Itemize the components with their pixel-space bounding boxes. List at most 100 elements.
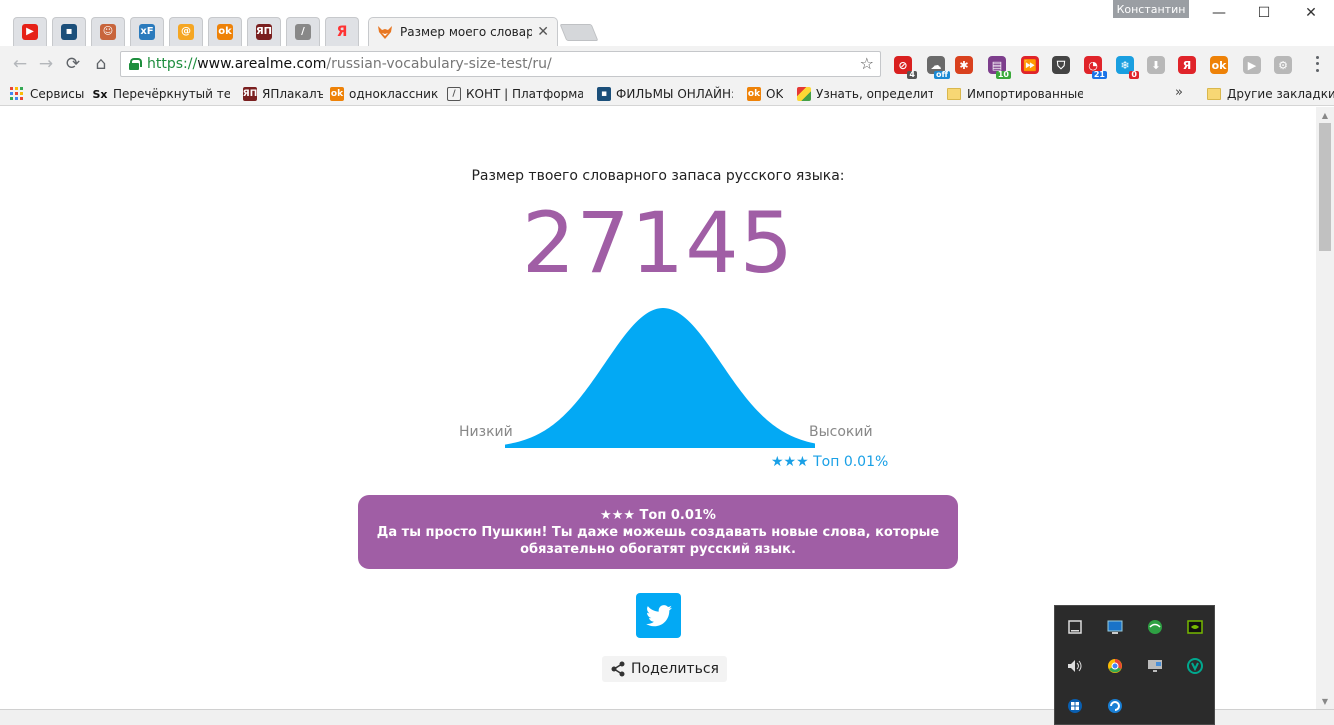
bookmark-label: Сервисы [30, 87, 85, 101]
tab-pinned-xf[interactable]: xF [130, 17, 164, 46]
rank-label: ★★★ Топ 0.01% [771, 454, 889, 470]
tab-close-icon[interactable]: ✕ [537, 24, 549, 40]
share-label: Поделиться [631, 661, 719, 677]
system-tray-overflow [1054, 605, 1215, 725]
bookmark-label: Узнать, определить, и [816, 87, 933, 101]
bookmark-folder-imported[interactable]: Импортированные и [947, 85, 1083, 103]
result-heading: Размер твоего словарного запаса русского… [471, 168, 845, 184]
bookmark-star-icon[interactable]: ☆ [860, 54, 874, 73]
windows-app-icon[interactable] [1067, 698, 1083, 714]
volume-icon[interactable] [1067, 658, 1083, 674]
secure-lock-icon[interactable] [129, 58, 142, 70]
yandex-ext-icon[interactable]: Я [1178, 56, 1196, 74]
nvidia-icon[interactable] [1187, 619, 1203, 635]
maximize-button[interactable]: ☐ [1241, 2, 1287, 24]
minimize-button[interactable]: — [1196, 2, 1242, 24]
mask-icon: ☺ [100, 23, 116, 40]
low-label: Низкий [459, 424, 513, 440]
cloud-off-icon[interactable]: ☁ off [927, 56, 950, 79]
page-scrollbar[interactable]: ▲ ▼ [1316, 107, 1334, 709]
url-scheme: https:// [147, 56, 198, 72]
tablet-icon[interactable] [1067, 619, 1083, 635]
scrollbar-thumb[interactable] [1319, 123, 1331, 251]
bookmark-films[interactable]: ▪ ФИЛЬМЫ ОНЛАЙН: с [597, 85, 733, 103]
chrome-notify-icon[interactable]: ◔ 21 [1084, 56, 1107, 79]
xf-icon: xF [139, 23, 155, 40]
bookmarks-overflow-button[interactable]: » [1175, 85, 1183, 100]
display-icon[interactable] [1147, 658, 1163, 674]
tab-pinned-kont[interactable]: / [286, 17, 320, 46]
yaplakal-icon: ЯП [243, 87, 258, 101]
bookmark-services[interactable]: Сервисы [10, 85, 84, 103]
tv-icon: ▪ [61, 23, 77, 40]
tab-strip: ▶ ▪ ☺ xF @ ok ЯП / Я Размер моего словар… [0, 17, 1334, 46]
bell-curve-graphic [505, 308, 815, 448]
browser-toolbar: ← → ⟳ ⌂ https:// www.arealme.com /russia… [0, 46, 1334, 82]
snowflake-icon[interactable]: ❄ 0 [1116, 56, 1139, 79]
tab-pinned-youtube[interactable]: ▶ [13, 17, 47, 46]
bookmark-kont[interactable]: / КОНТ | Платформа для [447, 85, 583, 103]
download-icon[interactable]: ⬇ [1147, 56, 1165, 74]
result-text-line1: Да ты просто Пушкин! Ты даже можешь созд… [376, 524, 940, 540]
bookmark-find-out[interactable]: Узнать, определить, и [797, 85, 933, 103]
scroll-down-arrow-icon[interactable]: ▼ [1316, 693, 1334, 709]
bookmark-yaplakal[interactable]: ЯП ЯПлакалъ [243, 85, 323, 103]
reload-button[interactable]: ⟳ [61, 52, 85, 76]
network-monitor-icon[interactable] [1107, 619, 1123, 635]
back-button[interactable]: ← [8, 52, 32, 76]
extension-badge: 4 [907, 70, 917, 79]
play-ext-icon[interactable]: ▶ [1243, 56, 1261, 74]
tab-pinned-ok[interactable]: ok [208, 17, 242, 46]
tab-pinned-mail[interactable]: @ [169, 17, 203, 46]
ok-ext-icon[interactable]: ok [1210, 56, 1228, 74]
odnoklassniki-icon: ok [747, 87, 761, 101]
fox-icon [378, 26, 392, 39]
tab-active-vocabulary[interactable]: Размер моего словарного запаса ✕ [368, 17, 558, 46]
extension-badge: off [934, 70, 950, 79]
browser-globe-icon[interactable] [1147, 619, 1163, 635]
home-button[interactable]: ⌂ [89, 52, 113, 76]
gear-red-icon[interactable]: ✱ [955, 56, 973, 74]
tab-pinned-yaplakal[interactable]: ЯП [247, 17, 281, 46]
extension-badge: 21 [1091, 70, 1107, 79]
refresh-tray-icon[interactable] [1107, 698, 1123, 714]
tv-icon: ▪ [597, 87, 611, 101]
bookmarks-bar: Сервисы Sx Перечёркнутый текст ЯП ЯПлака… [0, 82, 1334, 106]
odnoklassniki-icon: ok [217, 23, 233, 40]
address-bar[interactable]: https:// www.arealme.com /russian-vocabu… [120, 51, 881, 77]
shield-icon[interactable]: ⛉ [1052, 56, 1070, 74]
profile-user-button[interactable]: Константин [1113, 0, 1189, 18]
adblock-icon[interactable]: ⊘ 4 [894, 56, 917, 79]
share-button[interactable]: Поделиться [602, 656, 727, 682]
settings-ext-icon[interactable]: ⚙ [1274, 56, 1292, 74]
twitter-share-button[interactable] [636, 593, 681, 638]
bookmark-label: Другие закладки [1227, 87, 1334, 101]
bookmark-strikethrough[interactable]: Sx Перечёркнутый текст [92, 85, 230, 103]
kont-icon: / [295, 23, 311, 40]
chrome-tray-icon[interactable] [1107, 658, 1123, 674]
bookmark-label: Импортированные и [967, 87, 1083, 101]
twitter-bird-icon [645, 604, 672, 626]
bookmark-label: ЯПлакалъ [262, 87, 323, 101]
window-close-button[interactable]: ✕ [1288, 2, 1334, 24]
bookmark-odnoklassniki[interactable]: ok одноклассники [330, 85, 438, 103]
odnoklassniki-icon: ok [330, 87, 344, 101]
wallet-icon[interactable]: ▤ 10 [988, 56, 1011, 79]
folder-icon [947, 88, 961, 100]
tab-pinned-tv[interactable]: ▪ [52, 17, 86, 46]
bookmark-ok[interactable]: ok OK [747, 85, 783, 103]
chrome-menu-button[interactable] [1309, 54, 1325, 74]
share-icon [611, 661, 625, 677]
bookmark-folder-other[interactable]: Другие закладки [1207, 85, 1334, 103]
bookmark-label: КОНТ | Платформа для [466, 87, 583, 101]
kaspersky-icon[interactable] [1187, 658, 1203, 674]
forward-red-icon[interactable]: ⏩ [1021, 56, 1039, 74]
tab-pinned-mask[interactable]: ☺ [91, 17, 125, 46]
new-tab-button[interactable] [559, 24, 599, 41]
scroll-up-arrow-icon[interactable]: ▲ [1316, 107, 1334, 123]
tab-pinned-yandex[interactable]: Я [325, 17, 359, 46]
forward-button[interactable]: → [34, 52, 58, 76]
bookmark-label: Перечёркнутый текст [113, 87, 230, 101]
high-label: Высокий [809, 424, 873, 440]
mail-at-icon: @ [178, 23, 194, 40]
